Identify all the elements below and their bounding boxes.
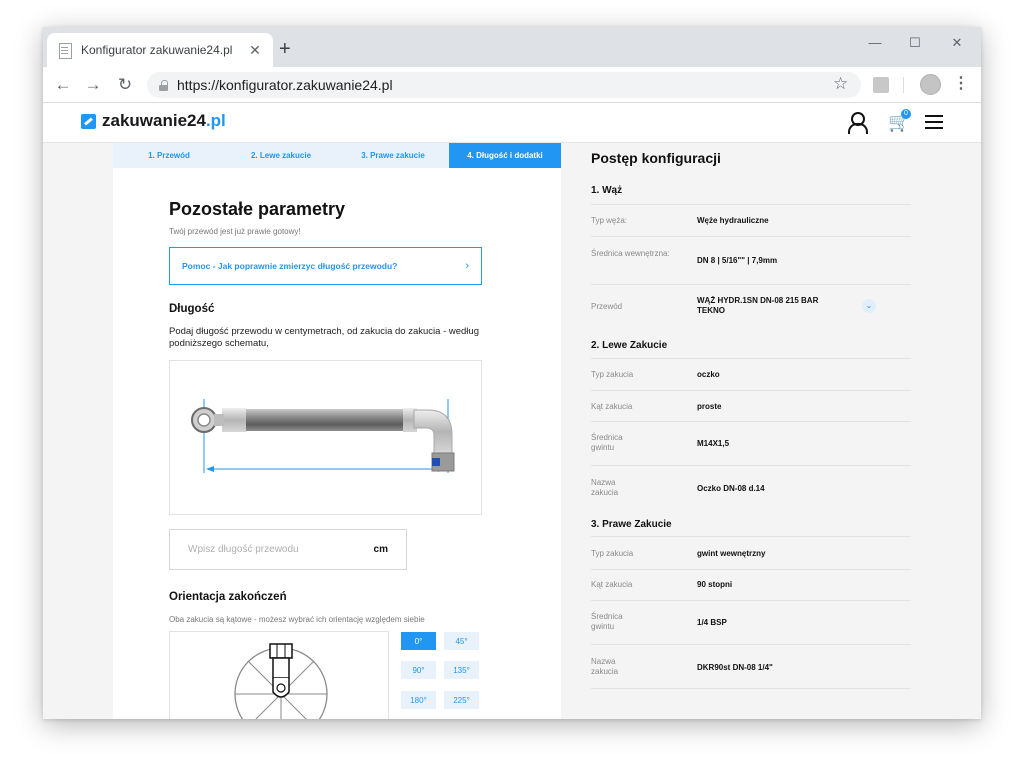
summary-row-label: Kąt zakucia xyxy=(591,402,633,411)
summary-row-value: Oczko DN-08 d.14 xyxy=(697,484,765,493)
extension-icon[interactable] xyxy=(873,77,889,93)
browser-tab[interactable]: Konfigurator zakuwanie24.pl ✕ xyxy=(47,33,273,67)
tab-step-2[interactable]: 2. Lewe zakucie xyxy=(225,143,337,168)
summary-section-heading: 3. Prawe Zakucie xyxy=(591,519,672,530)
page-subtitle: Twój przewód jest już prawie gotowy! xyxy=(169,227,301,236)
summary-section-heading: 2. Lewe Zakucie xyxy=(591,340,668,351)
angle-0-button[interactable]: 0° xyxy=(401,632,436,650)
orientation-diagram xyxy=(169,631,389,719)
configurator-panel: 1. Przewód 2. Lewe zakucie 3. Prawe zaku… xyxy=(113,143,561,719)
angle-225-button[interactable]: 225° xyxy=(444,691,479,709)
tab-step-4[interactable]: 4. Długość i dodatki xyxy=(449,143,561,168)
cart-count-badge: 0 xyxy=(901,109,911,119)
summary-row-label: Przewód xyxy=(591,302,623,311)
summary-row-value: M14X1,5 xyxy=(697,439,730,448)
summary-row: Typ zakucia gwint wewnętrzny xyxy=(591,536,911,569)
chevron-down-icon[interactable]: ⌄ xyxy=(862,299,876,313)
angle-180-button[interactable]: 180° xyxy=(401,691,436,709)
summary-section-heading: 1. Wąż xyxy=(591,185,623,196)
summary-row-value: DN 8 | 5/16"" | 7,9mm xyxy=(697,256,778,265)
forward-icon[interactable]: → xyxy=(83,75,103,95)
summary-row: Typ zakucia oczko xyxy=(591,358,911,390)
summary-row-value: gwint wewnętrzny xyxy=(697,549,766,558)
site-logo[interactable]: zakuwanie24 .pl xyxy=(81,111,226,131)
summary-row-value: DKR90st DN-08 1/4" xyxy=(697,663,773,672)
summary-row-value: 1/4 BSP xyxy=(697,618,727,627)
hamburger-menu-icon[interactable] xyxy=(925,115,943,129)
length-unit: cm xyxy=(373,544,388,555)
site-header: zakuwanie24 .pl 🛒 0 xyxy=(43,103,981,143)
page-body: 1. Przewód 2. Lewe zakucie 3. Prawe zaku… xyxy=(43,143,981,719)
url-text[interactable]: https://konfigurator.zakuwanie24.pl xyxy=(177,77,393,93)
browser-menu-icon[interactable]: ⋮ xyxy=(953,75,969,93)
summary-row: Typ węża: Węże hydrauliczne xyxy=(591,204,911,236)
toolbar-divider xyxy=(903,77,904,93)
orientation-description: Oba zakucia są kątowe - możesz wybrać ic… xyxy=(169,615,425,624)
summary-row-label: Nazwa zakucia xyxy=(591,478,619,497)
tab-strip: Konfigurator zakuwanie24.pl ✕ + — ☐ ✕ xyxy=(43,27,981,67)
summary-row-value: WĄŻ HYDR.1SN DN-08 215 BAR TEKNO xyxy=(697,296,819,315)
browser-window: Konfigurator zakuwanie24.pl ✕ + — ☐ ✕ ← … xyxy=(43,27,981,719)
logo-accent: .pl xyxy=(205,111,226,130)
summary-row: Średnica gwintu 1/4 BSP xyxy=(591,600,911,644)
angle-90-button[interactable]: 90° xyxy=(401,661,436,679)
profile-avatar-icon[interactable] xyxy=(920,74,941,95)
help-link-label: Pomoc - Jak poprawnie zmierzyc długość p… xyxy=(182,261,398,271)
length-title: Długość xyxy=(169,303,215,315)
summary-title: Postęp konfiguracji xyxy=(591,150,721,166)
summary-row: Średnica gwintu M14X1,5 xyxy=(591,421,911,465)
user-account-icon[interactable] xyxy=(847,112,868,134)
window-close-icon[interactable]: ✕ xyxy=(947,35,967,51)
help-measure-link[interactable]: Pomoc - Jak poprawnie zmierzyc długość p… xyxy=(169,247,482,285)
maximize-icon[interactable]: ☐ xyxy=(905,35,925,51)
summary-row-label: Średnica gwintu xyxy=(591,433,623,452)
orientation-title: Orientacja zakończeń xyxy=(169,591,287,603)
reload-icon[interactable]: ↻ xyxy=(115,75,135,95)
summary-row-value: 90 stopni xyxy=(697,580,733,589)
summary-row-label: Średnica gwintu xyxy=(591,612,623,631)
angle-45-button[interactable]: 45° xyxy=(444,632,479,650)
fitting-orientation-illustration xyxy=(234,643,328,719)
summary-row-value: oczko xyxy=(697,370,720,379)
summary-row-value: proste xyxy=(697,402,722,411)
summary-row-label: Typ zakucia xyxy=(591,549,634,558)
chevron-right-icon: › xyxy=(465,260,469,272)
logo-mark-icon xyxy=(81,113,96,129)
summary-row: Nazwa zakucia Oczko DN-08 d.14 xyxy=(591,465,911,510)
summary-row: Średnica wewnętrzna: DN 8 | 5/16"" | 7,9… xyxy=(591,236,911,284)
summary-row: Kąt zakucia proste xyxy=(591,390,911,421)
hose-diagram-illustration xyxy=(191,399,455,473)
summary-row-label: Typ węża: xyxy=(591,216,628,225)
angle-135-button[interactable]: 135° xyxy=(444,661,479,679)
summary-row-label: Typ zakucia xyxy=(591,370,634,379)
summary-row-label: Nazwa zakucia xyxy=(591,657,619,676)
tab-title: Konfigurator zakuwanie24.pl xyxy=(81,43,233,57)
lock-icon xyxy=(159,79,168,91)
length-input[interactable] xyxy=(188,544,374,555)
tab-step-3[interactable]: 3. Prawe zakucie xyxy=(337,143,449,168)
configuration-summary: Postęp konfiguracji 1. Wąż Typ węża: Węż… xyxy=(561,143,981,719)
summary-row: Nazwa zakucia DKR90st DN-08 1/4" xyxy=(591,644,911,689)
browser-toolbar: ← → ↻ https://konfigurator.zakuwanie24.p… xyxy=(43,67,981,103)
summary-row: Kąt zakucia 90 stopni xyxy=(591,569,911,600)
bookmark-star-icon[interactable]: ☆ xyxy=(833,74,848,94)
tab-close-icon[interactable]: ✕ xyxy=(247,42,263,59)
summary-row-value: Węże hydrauliczne xyxy=(697,216,769,225)
summary-row-label: Kąt zakucia xyxy=(591,580,633,589)
page-title: Pozostałe parametry xyxy=(169,199,346,219)
logo-text: zakuwanie24 xyxy=(102,111,206,130)
back-icon[interactable]: ← xyxy=(53,75,73,95)
page-favicon-icon xyxy=(57,42,73,59)
summary-row-label: Średnica wewnętrzna: xyxy=(591,249,670,258)
address-bar[interactable]: https://konfigurator.zakuwanie24.pl xyxy=(147,72,861,98)
tab-step-1[interactable]: 1. Przewód xyxy=(113,143,225,168)
minimize-icon[interactable]: — xyxy=(865,35,885,50)
length-input-field[interactable]: cm xyxy=(169,529,407,570)
summary-row: Przewód WĄŻ HYDR.1SN DN-08 215 BAR TEKNO… xyxy=(591,284,911,327)
step-tabs: 1. Przewód 2. Lewe zakucie 3. Prawe zaku… xyxy=(113,143,561,168)
hose-length-diagram xyxy=(169,360,482,515)
length-description: Podaj długość przewodu w centymetrach, o… xyxy=(169,326,479,349)
new-tab-icon[interactable]: + xyxy=(279,39,291,59)
